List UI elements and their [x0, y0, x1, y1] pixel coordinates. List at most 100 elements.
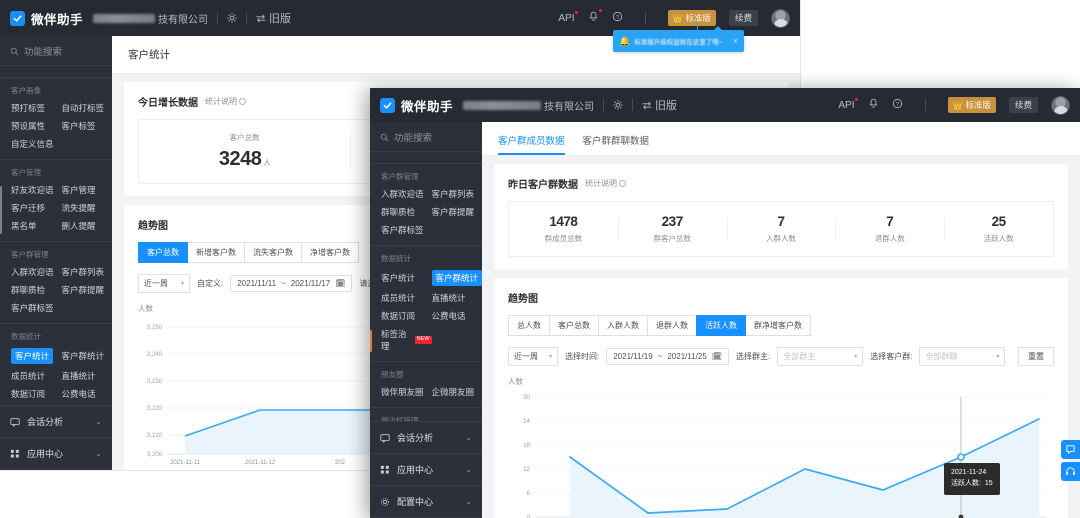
front-filters[interactable]: 近一周▾ 选择时间: 2021/11/19 ~ 2021/11/25 🗓 选择群… [508, 347, 1054, 366]
sidebar-item-group-alert[interactable]: 客户群提醒 [432, 203, 483, 221]
sidebar-item-weiban-moments[interactable]: 微伴朋友圈 [381, 383, 432, 401]
metric-tab-net-growth[interactable]: 群净增客户数 [745, 315, 811, 336]
date-range-input[interactable]: 2021/11/11 ~ 2021/11/17 🗓 [230, 275, 352, 292]
upgrade-toast[interactable]: 🔔 标准版升级权益就在这里了哦~ ✕ [613, 30, 744, 52]
metric-tab-joined[interactable]: 入群人数 [598, 315, 648, 336]
sidebar-item-group-list[interactable]: 客户群列表 [62, 263, 113, 281]
api-link[interactable]: API [838, 100, 854, 111]
sidebar-item-member-stats[interactable]: 成员统计 [11, 367, 62, 385]
bell-icon[interactable] [588, 11, 599, 25]
sidebar-item-group-tag[interactable]: 客户群标签 [11, 299, 62, 317]
sidebar-item-data-subscription[interactable]: 数据订阅 [381, 307, 432, 325]
renew-button[interactable]: 续费 [729, 10, 758, 26]
sidebar-item-welcome[interactable]: 好友欢迎语 [11, 181, 62, 199]
sidebar-item-tag-governance[interactable]: 标签治理NEW [381, 325, 432, 355]
sidebar-item-group-tag[interactable]: 客户群标签 [381, 221, 432, 239]
nav-group-title: 朋友圈 [370, 367, 482, 383]
sidebar-item-live-stats[interactable]: 直播统计 [432, 289, 483, 307]
theme-toggle-icon[interactable] [227, 13, 237, 23]
front-sidebar[interactable]: 功能搜索 客户群管理 入群欢迎语 客户群列表 群聊质检 客户群提醒 [370, 122, 482, 518]
sidebar-item-app-center[interactable]: 应用中心 ⌄ [0, 438, 112, 470]
sidebar-item-group-qc[interactable]: 群聊质检 [11, 281, 62, 299]
front-nav-scroll[interactable]: 客户群管理 入群欢迎语 客户群列表 群聊质检 客户群提醒 客户群标签 数据统计 … [370, 152, 482, 421]
sidebar-item-data-subscription[interactable]: 数据订阅 [11, 385, 62, 403]
plan-badge[interactable]: 👑 标准版 [668, 10, 716, 26]
sidebar-scrollbar[interactable] [370, 330, 372, 352]
sidebar-item-tag-governance[interactable]: 标签治理NEW [11, 403, 62, 405]
owner-select[interactable]: 全部群主▾ [777, 347, 863, 366]
metric-tab-churn[interactable]: 流失客户数 [244, 242, 302, 263]
search-placeholder: 功能搜索 [394, 130, 432, 144]
sidebar-item-app-center[interactable]: 应用中心 ⌄ [370, 454, 482, 486]
sidebar-item-group-welcome[interactable]: 入群欢迎语 [381, 185, 432, 203]
sidebar-item-pretag[interactable]: 预打标签 [11, 99, 62, 117]
sidebar-item-member-stats[interactable]: 成员统计 [381, 289, 432, 307]
reset-button[interactable]: 重置 [1018, 347, 1054, 366]
sidebar-item-preset-attr[interactable]: 预设属性 [11, 117, 62, 135]
stats-help[interactable]: 统计说明 [585, 178, 626, 189]
sidebar-item-churn-alert[interactable]: 流失提醒 [62, 199, 113, 217]
tab-group-member-data[interactable]: 客户群成员数据 [498, 122, 565, 155]
metric-tab-active[interactable]: 活跃人数 [696, 315, 746, 336]
theme-toggle-icon[interactable] [613, 100, 623, 110]
help-icon[interactable]: ? [612, 11, 623, 25]
sidebar-item-customer-manage[interactable]: 客户管理 [62, 181, 113, 199]
sidebar-item-group-stats[interactable]: 客户群统计 [432, 267, 483, 289]
sidebar-item-group-stats[interactable]: 客户群统计 [62, 345, 113, 367]
back-sidebar[interactable]: 功能搜索 客户画像 预打标签 自动打标签 预设属性 客户标签 [0, 36, 112, 470]
sidebar-item-group-welcome[interactable]: 入群欢迎语 [11, 263, 62, 281]
metric-tab-total-customers[interactable]: 客户总数 [549, 315, 599, 336]
sidebar-item-group-alert[interactable]: 客户群提醒 [62, 281, 113, 299]
front-tabbar[interactable]: 客户群成员数据 客户群群聊数据 [482, 122, 1080, 156]
metric-tab-left[interactable]: 退群人数 [647, 315, 697, 336]
sidebar-item-group-list[interactable]: 客户群列表 [432, 185, 483, 203]
tab-group-chat-data[interactable]: 客户群群聊数据 [583, 122, 650, 155]
sidebar-item-customer-tag[interactable]: 客户标签 [62, 117, 113, 135]
metric-tab-total-people[interactable]: 总人数 [508, 315, 550, 336]
switch-version-button[interactable]: 旧版 [256, 10, 291, 26]
svg-text:3,220: 3,220 [147, 406, 163, 412]
sidebar-item-blacklist[interactable]: 黑名单 [11, 217, 62, 235]
help-icon[interactable]: ? [892, 98, 903, 112]
switch-version-button[interactable]: 旧版 [642, 97, 677, 113]
range-select[interactable]: 近一周▾ [508, 347, 558, 366]
chat-bubble-icon[interactable] [1061, 440, 1080, 459]
search-input[interactable]: 功能搜索 [0, 36, 112, 66]
sidebar-item-public-call[interactable]: 公费电话 [62, 385, 113, 403]
sidebar-item-config-center[interactable]: 配置中心 ⌄ [370, 486, 482, 518]
group-select[interactable]: 全部群聊▾ [919, 347, 1005, 366]
float-buttons[interactable] [1061, 440, 1080, 481]
sidebar-item-delete-alert[interactable]: 删人提醒 [62, 217, 113, 235]
date-range-input[interactable]: 2021/11/19 ~ 2021/11/25 🗓 [606, 348, 729, 365]
renew-button[interactable]: 续费 [1009, 97, 1038, 113]
stats-help[interactable]: 统计说明 [205, 96, 246, 107]
sidebar-item-autotag[interactable]: 自动打标签 [62, 99, 113, 117]
sidebar-item-live-stats[interactable]: 直播统计 [62, 367, 113, 385]
sidebar-item-qiwei-moments[interactable]: 企微朋友圈 [432, 383, 483, 401]
back-nav-scroll[interactable]: 客户画像 预打标签 自动打标签 预设属性 客户标签 自定义信息 客户管理 好友欢… [0, 66, 112, 405]
front-metric-tabs[interactable]: 总人数 客户总数 入群人数 退群人数 活跃人数 群净增客户数 [508, 315, 1054, 336]
range-select[interactable]: 近一周▾ [138, 274, 190, 293]
sidebar-item-group-qc[interactable]: 群聊质检 [381, 203, 432, 221]
sidebar-item-customer-stats[interactable]: 客户统计 [381, 267, 432, 289]
metric-tab-new[interactable]: 新增客户数 [187, 242, 245, 263]
sidebar-item-public-call[interactable]: 公费电话 [432, 307, 483, 325]
front-scroll-area[interactable]: 昨日客户群数据 统计说明 1478 群成员总数 [482, 156, 1080, 518]
headset-icon[interactable] [1061, 462, 1080, 481]
sidebar-item-customer-stats[interactable]: 客户统计 [11, 345, 62, 367]
avatar[interactable] [771, 9, 790, 28]
metric-tab-total[interactable]: 客户总数 [138, 242, 188, 263]
plan-badge[interactable]: 👑 标准版 [948, 97, 996, 113]
metric-tab-net[interactable]: 净增客户数 [301, 242, 359, 263]
sidebar-item-chat-analysis[interactable]: 会话分析 ⌄ [0, 406, 112, 438]
close-icon[interactable]: ✕ [733, 38, 738, 45]
search-input[interactable]: 功能搜索 [370, 122, 482, 152]
sidebar-scrollbar[interactable] [0, 186, 2, 234]
bell-icon[interactable] [868, 98, 879, 112]
sidebar-item-chat-analysis[interactable]: 会话分析 ⌄ [370, 422, 482, 454]
front-window[interactable]: 微伴助手 技有限公司 旧版 API ? [370, 88, 1080, 518]
avatar[interactable] [1051, 96, 1070, 115]
sidebar-item-custom-info[interactable]: 自定义信息 [11, 135, 62, 153]
api-link[interactable]: API [558, 13, 574, 24]
sidebar-item-customer-transfer[interactable]: 客户迁移 [11, 199, 62, 217]
